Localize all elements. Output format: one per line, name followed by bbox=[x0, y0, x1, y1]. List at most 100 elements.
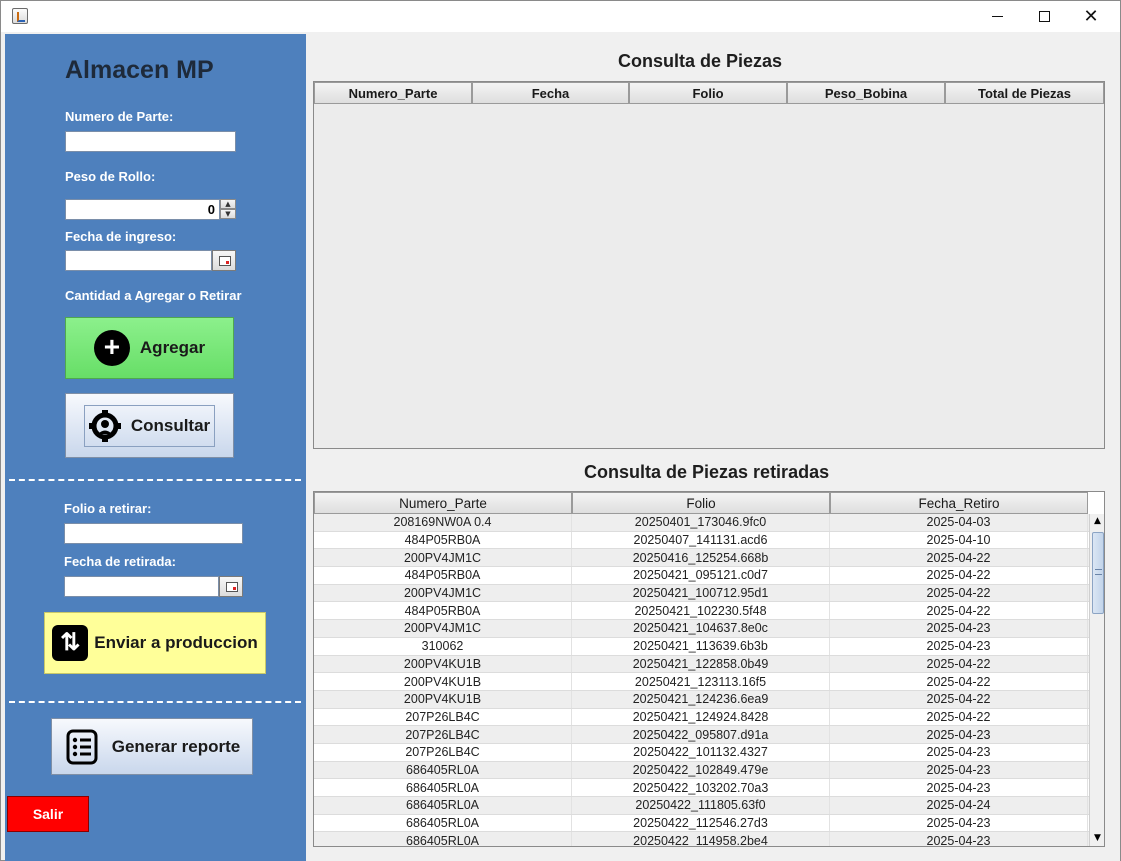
table-row[interactable]: 310062 20250421_113639.6b3b 2025-04-23 bbox=[314, 637, 1089, 656]
table-row[interactable]: 686405RL0A 20250422_114958.2be4 2025-04-23 bbox=[314, 832, 1089, 846]
cell-fecha-retiro: 2025-04-23 bbox=[830, 620, 1088, 637]
cell-numero-parte: 686405RL0A bbox=[314, 761, 572, 779]
table-row[interactable]: 686405RL0A 20250422_103202.70a3 2025-04-23 bbox=[314, 779, 1089, 797]
column-header-total-piezas[interactable]: Total de Piezas bbox=[945, 82, 1104, 104]
cell-fecha-retiro: 2025-04-03 bbox=[830, 514, 1088, 531]
cell-numero-parte: 686405RL0A bbox=[314, 814, 572, 832]
column-header-fecha[interactable]: Fecha bbox=[472, 82, 629, 104]
table-header: Numero_Parte Folio Fecha_Retiro bbox=[314, 492, 1088, 514]
cell-folio: 20250422_095807.d91a bbox=[572, 726, 830, 743]
cell-fecha-retiro: 2025-04-23 bbox=[830, 743, 1088, 761]
table-row[interactable]: 207P26LB4C 20250422_101132.4327 2025-04-23 bbox=[314, 743, 1089, 762]
consulta-piezas-title: Consulta de Piezas bbox=[618, 51, 783, 71]
enviar-produccion-button[interactable]: ⇅ Enviar a produccion bbox=[44, 612, 266, 674]
cell-numero-parte: 207P26LB4C bbox=[314, 743, 572, 761]
close-button[interactable]: ✕ bbox=[1068, 1, 1114, 32]
table-row[interactable]: 484P05RB0A 20250421_102230.5f48 2025-04-22 bbox=[314, 602, 1089, 621]
agregar-label: Agregar bbox=[139, 338, 206, 357]
fecha-ingreso-input[interactable] bbox=[65, 250, 212, 271]
consulta-retiradas-table[interactable]: Numero_Parte Folio Fecha_Retiro 208169NW… bbox=[313, 491, 1105, 847]
agregar-button[interactable]: + Agregar bbox=[65, 317, 234, 379]
cell-numero-parte: 310062 bbox=[314, 637, 572, 655]
cell-folio: 20250407_141131.acd6 bbox=[572, 531, 830, 549]
cell-folio: 20250422_111805.63f0 bbox=[572, 797, 830, 814]
cell-numero-parte: 484P05RB0A bbox=[314, 531, 572, 549]
numero-parte-input[interactable] bbox=[65, 131, 236, 152]
cell-numero-parte: 200PV4KU1B bbox=[314, 690, 572, 708]
cell-folio: 20250422_114958.2be4 bbox=[572, 832, 830, 846]
cell-folio: 20250401_173046.9fc0 bbox=[572, 514, 830, 531]
table-row[interactable]: 200PV4KU1B 20250421_122858.0b49 2025-04-22 bbox=[314, 655, 1089, 674]
cell-folio: 20250416_125254.668b bbox=[572, 549, 830, 567]
table-row[interactable]: 208169NW0A 0.4 20250401_173046.9fc0 2025-0… bbox=[314, 514, 1089, 532]
table-row[interactable]: 207P26LB4C 20250421_124924.8428 2025-04-22 bbox=[314, 708, 1089, 727]
column-header-peso-bobina[interactable]: Peso_Bobina bbox=[787, 82, 945, 104]
peso-rollo-value[interactable]: 0 bbox=[65, 199, 220, 220]
cell-fecha-retiro: 2025-04-23 bbox=[830, 814, 1088, 832]
cell-numero-parte: 208169NW0A 0.4 bbox=[314, 514, 572, 531]
consultar-inner: Consultar bbox=[83, 404, 216, 447]
generar-reporte-button[interactable]: Generar reporte bbox=[51, 718, 253, 775]
spinner-down-button[interactable]: ▼ bbox=[220, 209, 236, 219]
cell-numero-parte: 200PV4JM1C bbox=[314, 549, 572, 567]
app-title: Almacen MP bbox=[65, 56, 214, 84]
fecha-ingreso-calendar-button[interactable] bbox=[212, 250, 236, 271]
table-row[interactable]: 200PV4JM1C 20250421_104637.8e0c 2025-04-23 bbox=[314, 620, 1089, 638]
consultar-label: Consultar bbox=[130, 415, 211, 435]
table-row[interactable]: 686405RL0A 20250422_112546.27d3 2025-04-23 bbox=[314, 814, 1089, 833]
maximize-button[interactable] bbox=[1021, 1, 1067, 32]
calendar-icon bbox=[219, 256, 231, 266]
cell-numero-parte: 686405RL0A bbox=[314, 832, 572, 846]
minimize-icon bbox=[991, 16, 1003, 17]
column-header-numero-parte[interactable]: Numero_Parte bbox=[314, 492, 572, 514]
salir-button[interactable]: Salir bbox=[7, 796, 89, 832]
consultar-button[interactable]: Consultar bbox=[65, 393, 234, 458]
table-row[interactable]: 200PV4JM1C 20250421_100712.95d1 2025-04-22 bbox=[314, 584, 1089, 603]
cell-folio: 20250421_122858.0b49 bbox=[572, 655, 830, 673]
cell-folio: 20250422_112546.27d3 bbox=[572, 814, 830, 832]
column-header-fecha-retiro[interactable]: Fecha_Retiro bbox=[830, 492, 1088, 514]
scroll-up-arrow-icon[interactable]: ▲ bbox=[1090, 514, 1104, 529]
cell-folio: 20250421_104637.8e0c bbox=[572, 620, 830, 637]
cell-folio: 20250421_124236.6ea9 bbox=[572, 690, 830, 708]
column-header-folio[interactable]: Folio bbox=[629, 82, 787, 104]
spinner-up-button[interactable]: ▲ bbox=[220, 199, 236, 209]
table-row[interactable]: 686405RL0A 20250422_102849.479e 2025-04-23 bbox=[314, 761, 1089, 780]
column-header-folio[interactable]: Folio bbox=[572, 492, 830, 514]
cell-numero-parte: 484P05RB0A bbox=[314, 567, 572, 584]
cantidad-label: Cantidad a Agregar o Retirar bbox=[65, 288, 242, 303]
table-row[interactable]: 484P05RB0A 20250407_141131.acd6 2025-04-10 bbox=[314, 531, 1089, 550]
scrollbar-thumb[interactable] bbox=[1092, 532, 1104, 614]
minimize-button[interactable] bbox=[974, 1, 1020, 32]
table-body: 208169NW0A 0.4 20250401_173046.9fc0 2025-0… bbox=[314, 514, 1089, 846]
table-row[interactable]: 484P05RB0A 20250421_095121.c0d7 2025-04-22 bbox=[314, 567, 1089, 585]
cell-folio: 20250421_124924.8428 bbox=[572, 708, 830, 726]
title-bar: ✕ bbox=[1, 1, 1120, 32]
fecha-retirada-input[interactable] bbox=[64, 576, 219, 597]
table-row[interactable]: 200PV4KU1B 20250421_124236.6ea9 2025-04-22 bbox=[314, 690, 1089, 709]
cell-fecha-retiro: 2025-04-23 bbox=[830, 726, 1088, 743]
cell-folio: 20250422_101132.4327 bbox=[572, 743, 830, 761]
peso-rollo-spinner[interactable]: 0 ▲ ▼ bbox=[65, 199, 237, 220]
vertical-scrollbar[interactable]: ▲ ▼ bbox=[1089, 514, 1104, 846]
table-row[interactable]: 200PV4KU1B 20250421_123113.16f5 2025-04-22 bbox=[314, 673, 1089, 691]
scroll-down-arrow-icon[interactable]: ▼ bbox=[1090, 831, 1104, 846]
cell-numero-parte: 207P26LB4C bbox=[314, 726, 572, 743]
maximize-icon bbox=[1038, 11, 1050, 22]
table-row[interactable]: 686405RL0A 20250422_111805.63f0 2025-04-24 bbox=[314, 797, 1089, 815]
cell-fecha-retiro: 2025-04-22 bbox=[830, 708, 1088, 726]
table-row[interactable]: 207P26LB4C 20250422_095807.d91a 2025-04-23 bbox=[314, 726, 1089, 744]
consulta-piezas-table[interactable]: Numero_Parte Fecha Folio Peso_Bobina Tot… bbox=[313, 81, 1105, 449]
folio-retirar-input[interactable] bbox=[64, 523, 243, 544]
table-header: Numero_Parte Fecha Folio Peso_Bobina Tot… bbox=[314, 82, 1104, 104]
table-row[interactable]: 200PV4JM1C 20250416_125254.668b 2025-04-22 bbox=[314, 549, 1089, 568]
cell-fecha-retiro: 2025-04-23 bbox=[830, 761, 1088, 779]
cell-numero-parte: 686405RL0A bbox=[314, 797, 572, 814]
cell-fecha-retiro: 2025-04-22 bbox=[830, 673, 1088, 690]
app-window: ✕ Almacen MP Numero de Parte: Peso de Ro… bbox=[0, 0, 1121, 861]
column-header-numero-parte[interactable]: Numero_Parte bbox=[314, 82, 472, 104]
reporte-label: Generar reporte bbox=[111, 736, 241, 756]
fecha-retirada-calendar-button[interactable] bbox=[219, 576, 243, 597]
grip-icon bbox=[1095, 569, 1102, 575]
consulta-retiradas-title: Consulta de Piezas retiradas bbox=[584, 462, 830, 482]
